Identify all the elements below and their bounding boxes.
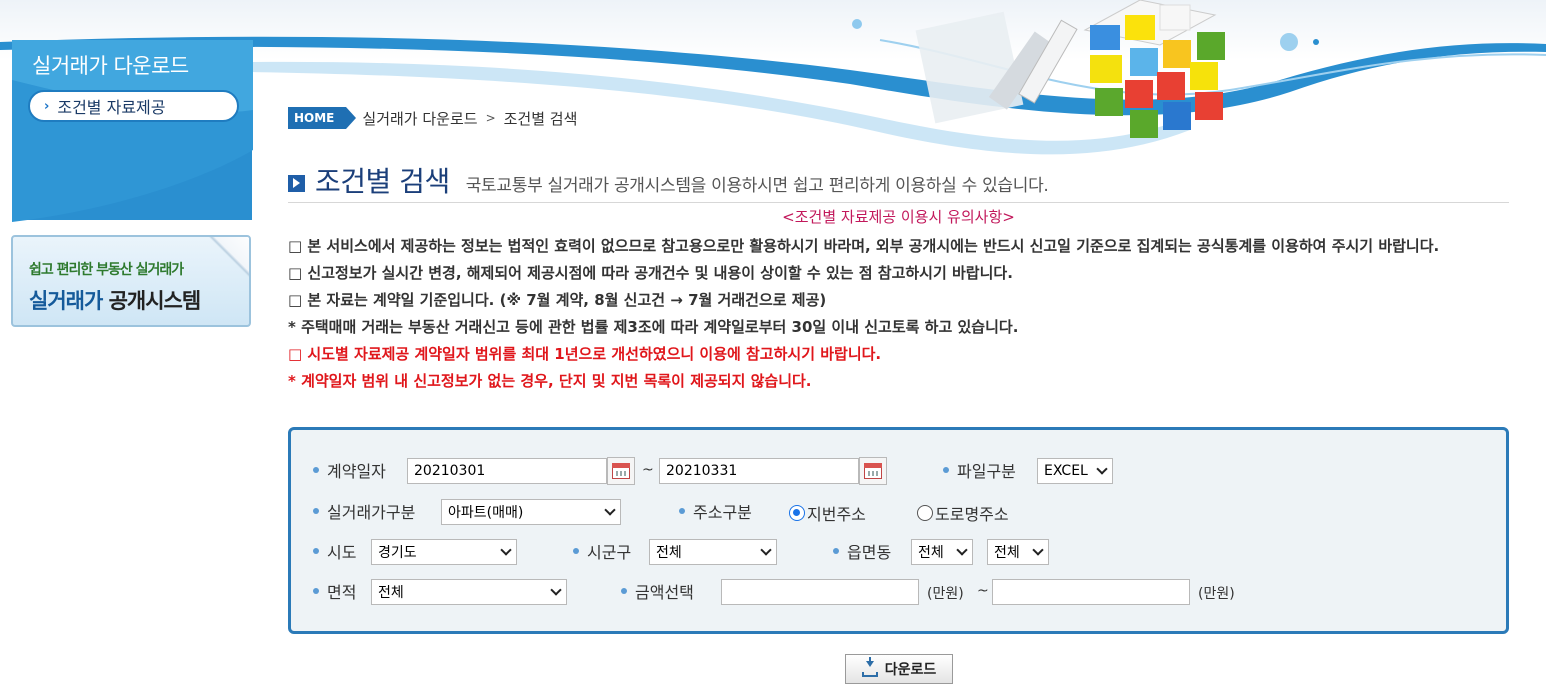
- contract-date-from-input[interactable]: [407, 458, 607, 484]
- bullet-icon: [679, 508, 685, 514]
- contract-date-label-text: 계약일자: [327, 462, 386, 481]
- page-description: 국토교통부 실거래가 공개시스템을 이용하시면 쉽고 편리하게 이용하실 수 있…: [465, 176, 1049, 196]
- notice-item-red: * 계약일자 범위 내 신고정보가 없는 경우, 단지 및 지번 목록이 제공되…: [288, 372, 812, 390]
- sido-select[interactable]: 경기도: [371, 539, 517, 565]
- title-arrow-icon: [288, 175, 305, 192]
- radio-selected-icon: [789, 505, 805, 521]
- amount-from-input[interactable]: [721, 579, 919, 605]
- date-range-tilde: ~: [642, 462, 654, 478]
- sidebar-item-condition-data[interactable]: › 조건별 자료제공: [28, 90, 239, 122]
- deal-type-value: 아파트(매매): [448, 505, 524, 521]
- download-icon: [861, 657, 878, 677]
- sigungu-label: 시군구: [573, 539, 631, 563]
- eupmyeondong-value-1: 전체: [918, 545, 944, 561]
- area-select[interactable]: 전체: [371, 579, 567, 605]
- download-button[interactable]: 다운로드: [845, 654, 953, 684]
- notice-item: □ 신고정보가 실시간 변경, 해제되어 제공시점에 따라 공개건수 및 내용이…: [288, 264, 1013, 282]
- page-title-row: 조건별 검색 국토교통부 실거래가 공개시스템을 이용하시면 쉽고 편리하게 이…: [288, 160, 1049, 200]
- amount-label: 금액선택: [621, 579, 694, 603]
- chevron-down-icon: [760, 544, 772, 556]
- chevron-down-icon: [500, 544, 512, 556]
- notice-item: □ 본 서비스에서 제공하는 정보는 법적인 효력이 없으므로 참고용으로만 활…: [288, 237, 1440, 255]
- eupmyeondong-select-2[interactable]: 전체: [987, 539, 1049, 565]
- notice-item-red: □ 시도별 자료제공 계약일자 범위를 최대 1년으로 개선하였으니 이용에 참…: [288, 345, 882, 363]
- eupmyeondong-value-2: 전체: [994, 545, 1020, 561]
- breadcrumb-separator: >: [485, 111, 496, 125]
- chevron-down-icon: [604, 504, 616, 516]
- system-banner[interactable]: 쉽고 편리한 부동산 실거래가 실거래가 공개시스템: [11, 235, 251, 327]
- page-curl-icon: [209, 237, 249, 277]
- download-button-label: 다운로드: [884, 662, 937, 678]
- eupmyeondong-label: 읍면동: [833, 539, 891, 563]
- sigungu-value: 전체: [656, 545, 682, 561]
- sido-label-text: 시도: [327, 543, 357, 562]
- sidebar-item-label: 조건별 자료제공: [57, 98, 166, 117]
- file-type-label-text: 파일구분: [957, 462, 1016, 481]
- eupmyeondong-label-text: 읍면동: [847, 543, 892, 562]
- calendar-from-button[interactable]: [607, 457, 635, 485]
- area-label-text: 면적: [327, 583, 357, 602]
- deal-type-label: 실거래가구분: [313, 499, 415, 523]
- bullet-icon: [313, 588, 319, 594]
- bullet-icon: [313, 467, 319, 473]
- deal-type-label-text: 실거래가구분: [327, 503, 416, 522]
- search-form: 계약일자 ~ 파일구분 EXCEL 실거래가구분 아파트(매매) 주소구분 지번…: [288, 427, 1509, 634]
- chevron-down-icon: [1032, 544, 1044, 556]
- radio-road-label: 도로명주소: [935, 505, 1009, 524]
- bullet-icon: [943, 467, 949, 473]
- amount-from-unit: (만원): [927, 586, 964, 602]
- radio-road-address[interactable]: 도로명주소: [917, 501, 1009, 525]
- notice-list: □ 본 서비스에서 제공하는 정보는 법적인 효력이 없으므로 참고용으로만 활…: [288, 233, 1509, 395]
- notice-heading: <조건별 자료제공 이용시 유의사항>: [782, 208, 1015, 226]
- file-type-select[interactable]: EXCEL: [1037, 458, 1113, 484]
- bullet-icon: [313, 548, 319, 554]
- deal-type-select[interactable]: 아파트(매매): [441, 499, 621, 525]
- amount-label-text: 금액선택: [635, 583, 694, 602]
- sido-value: 경기도: [378, 545, 417, 561]
- chevron-right-icon: ›: [44, 98, 50, 114]
- contract-date-to-input[interactable]: [659, 458, 859, 484]
- amount-to-unit: (만원): [1198, 586, 1235, 602]
- title-divider: [288, 202, 1509, 203]
- bullet-icon: [833, 548, 839, 554]
- chevron-down-icon: [1096, 463, 1108, 475]
- eupmyeondong-select-1[interactable]: 전체: [911, 539, 973, 565]
- contract-date-label: 계약일자: [313, 458, 386, 482]
- calendar-icon: [612, 463, 630, 479]
- banner-tagline: 쉽고 편리한 부동산 실거래가: [29, 262, 184, 278]
- address-type-label-text: 주소구분: [693, 503, 752, 522]
- amount-range-tilde: ~: [977, 583, 989, 599]
- bullet-icon: [621, 588, 627, 594]
- area-label: 면적: [313, 579, 356, 603]
- sidebar-title: 실거래가 다운로드: [32, 54, 189, 78]
- sigungu-select[interactable]: 전체: [649, 539, 777, 565]
- notice-item: * 주택매매 거래는 부동산 거래신고 등에 관한 법률 제3조에 따라 계약일…: [288, 318, 1019, 336]
- chevron-down-icon: [956, 544, 968, 556]
- page-title: 조건별 검색: [315, 165, 450, 198]
- radio-jibun-label: 지번주소: [807, 505, 866, 524]
- file-type-value: EXCEL: [1044, 463, 1088, 479]
- radio-unselected-icon: [917, 505, 933, 521]
- calendar-to-button[interactable]: [859, 457, 887, 485]
- sigungu-label-text: 시군구: [587, 543, 632, 562]
- chevron-down-icon: [550, 584, 562, 596]
- radio-jibun-address[interactable]: 지번주소: [789, 501, 866, 525]
- amount-to-input[interactable]: [992, 579, 1190, 605]
- sido-label: 시도: [313, 539, 356, 563]
- bullet-icon: [573, 548, 579, 554]
- banner-title-a: 실거래가: [29, 289, 103, 313]
- breadcrumb: HOME 실거래가 다운로드 > 조건별 검색: [288, 106, 577, 130]
- notice-item: □ 본 자료는 계약일 기준입니다. (※ 7월 계약, 8월 신고건 → 7월…: [288, 291, 827, 309]
- address-type-label: 주소구분: [679, 499, 752, 523]
- banner-title-b: 공개시스템: [108, 289, 202, 313]
- breadcrumb-current: 조건별 검색: [503, 109, 578, 128]
- breadcrumb-item[interactable]: 실거래가 다운로드: [362, 108, 477, 129]
- area-value: 전체: [378, 585, 404, 601]
- home-link[interactable]: HOME: [288, 107, 357, 129]
- bullet-icon: [313, 508, 319, 514]
- file-type-label: 파일구분: [943, 458, 1016, 482]
- banner-title: 실거래가 공개시스템: [29, 285, 202, 315]
- calendar-icon: [864, 463, 882, 479]
